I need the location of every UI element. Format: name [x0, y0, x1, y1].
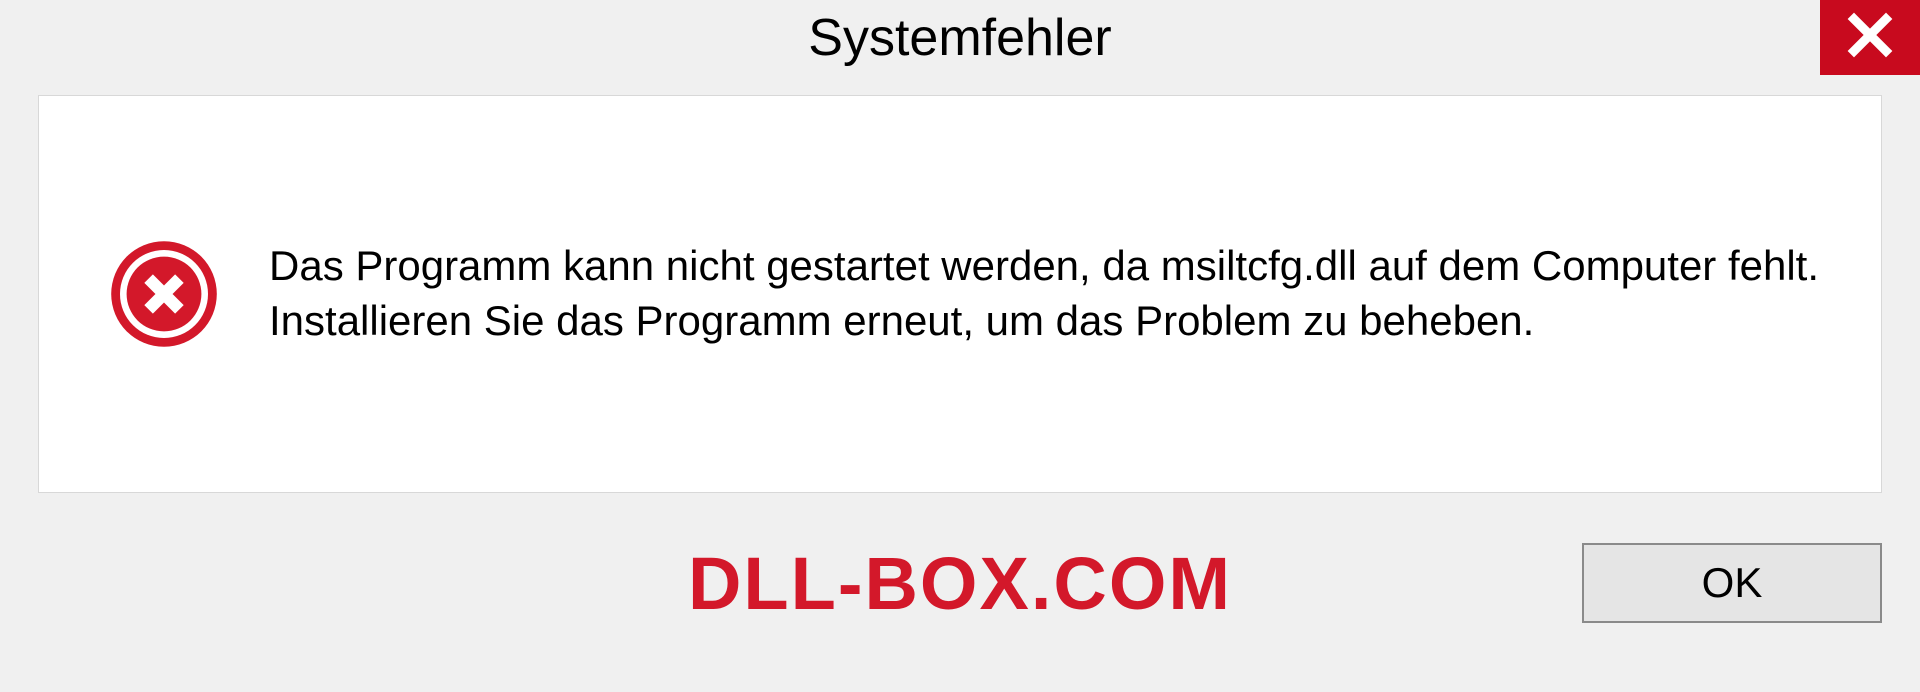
- dialog-content: Das Programm kann nicht gestartet werden…: [38, 95, 1882, 493]
- dialog-footer: DLL-BOX.COM OK: [0, 493, 1920, 673]
- close-icon: [1846, 11, 1894, 64]
- dialog-title: Systemfehler: [808, 8, 1111, 68]
- watermark-text: DLL-BOX.COM: [688, 541, 1232, 626]
- error-message: Das Programm kann nicht gestartet werden…: [269, 239, 1831, 348]
- dialog-titlebar: Systemfehler: [0, 0, 1920, 95]
- ok-button[interactable]: OK: [1582, 543, 1882, 623]
- close-button[interactable]: [1820, 0, 1920, 75]
- error-icon: [109, 239, 219, 349]
